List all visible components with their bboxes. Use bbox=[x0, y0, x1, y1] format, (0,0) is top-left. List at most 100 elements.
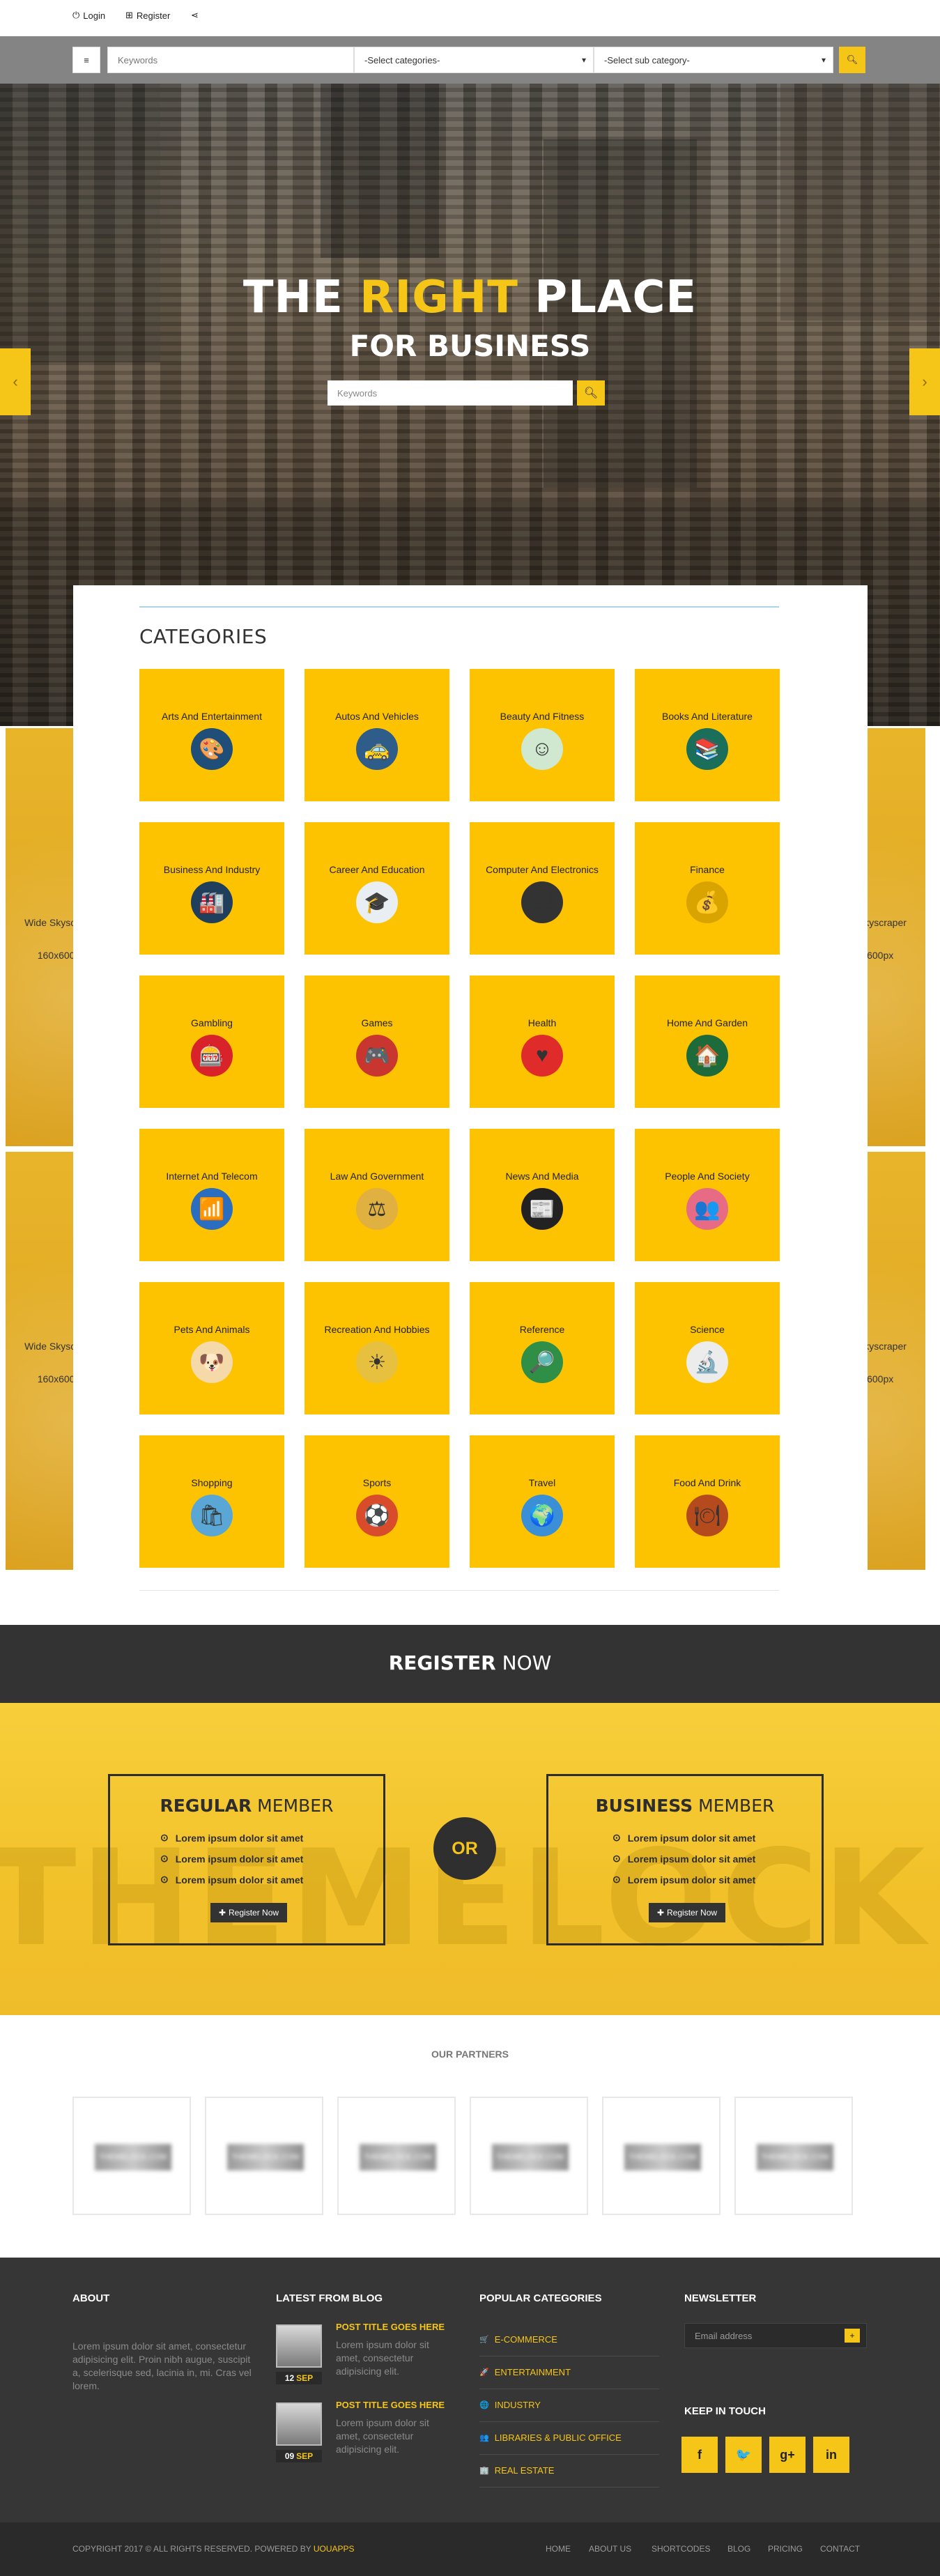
feature-text: Lorem ipsum dolor sit amet bbox=[627, 1853, 756, 1865]
factory-icon: 🏭 bbox=[191, 881, 233, 923]
copyright-brand[interactable]: UOUAPPS bbox=[314, 2544, 355, 2554]
books-icon: 📚 bbox=[686, 728, 728, 770]
category-select[interactable]: -Select categories- bbox=[354, 47, 594, 73]
category-card[interactable]: Home And Garden 🏠 bbox=[635, 975, 780, 1108]
category-card[interactable]: Health ♥ bbox=[470, 975, 615, 1108]
check-circle-icon: ⊙ bbox=[160, 1874, 169, 1885]
category-card[interactable]: People And Society 👥 bbox=[635, 1129, 780, 1261]
regular-register-button[interactable]: ✚ Register Now bbox=[210, 1903, 287, 1922]
search-button[interactable]: 🔍︎ bbox=[839, 47, 865, 73]
newsletter-submit-button[interactable]: + bbox=[845, 2329, 860, 2343]
feature-text: Lorem ipsum dolor sit amet bbox=[175, 1874, 304, 1885]
subcategory-select[interactable]: -Select sub category- bbox=[594, 47, 833, 73]
footer-nav-link[interactable]: HOME bbox=[546, 2544, 571, 2554]
or-badge: OR bbox=[433, 1817, 496, 1880]
category-card[interactable]: Recreation And Hobbies ☀ bbox=[305, 1282, 449, 1414]
partner-logo-image: THEMELOCK.COM bbox=[360, 2144, 436, 2170]
facebook-icon[interactable]: f bbox=[681, 2437, 718, 2473]
category-card[interactable]: Games 🎮 bbox=[305, 975, 449, 1108]
footer-newsletter-title: NEWSLETTER bbox=[684, 2292, 757, 2304]
popular-category-label: REAL ESTATE bbox=[494, 2465, 555, 2476]
category-card[interactable]: Food And Drink 🍽 bbox=[635, 1435, 780, 1568]
blog-post-title[interactable]: POST TITLE GOES HERE bbox=[336, 2400, 445, 2410]
partner-logo-image: THEMELOCK.COM bbox=[227, 2144, 304, 2170]
category-label: Science bbox=[690, 1324, 725, 1335]
category-card[interactable]: Arts And Entertainment 🎨 bbox=[139, 669, 284, 801]
feature-text: Lorem ipsum dolor sit amet bbox=[175, 1853, 304, 1865]
category-card[interactable]: Shopping 🛍 bbox=[139, 1435, 284, 1568]
footer-nav-link[interactable]: PRICING bbox=[768, 2544, 803, 2554]
login-label: Login bbox=[83, 10, 106, 21]
menu-toggle-button[interactable]: ≡ bbox=[72, 47, 100, 73]
popular-category-item[interactable]: 👥 LIBRARIES & PUBLIC OFFICE bbox=[479, 2421, 659, 2455]
keywords-input[interactable]: Keywords bbox=[107, 47, 354, 73]
slider-next-arrow[interactable]: › bbox=[909, 348, 940, 415]
users-icon: 👥 bbox=[479, 2434, 489, 2442]
partner-logo[interactable]: THEMELOCK.COM bbox=[72, 2097, 191, 2215]
category-card[interactable]: Autos And Vehicles 🚕 bbox=[305, 669, 449, 801]
globe-icon: 🌍 bbox=[521, 1495, 563, 1536]
category-card[interactable]: Internet And Telecom 📶 bbox=[139, 1129, 284, 1261]
footer-nav-link[interactable]: ABOUT US bbox=[589, 2544, 631, 2554]
footer-blog-title: LATEST FROM BLOG bbox=[276, 2292, 383, 2304]
popular-category-label: INDUSTRY bbox=[494, 2400, 541, 2410]
power-icon: ⏻ bbox=[72, 10, 80, 20]
category-card[interactable]: Books And Literature 📚 bbox=[635, 669, 780, 801]
partner-logo[interactable]: THEMELOCK.COM bbox=[734, 2097, 853, 2215]
check-circle-icon: ⊙ bbox=[160, 1853, 169, 1864]
feature-text: Lorem ipsum dolor sit amet bbox=[175, 1832, 304, 1844]
category-card[interactable]: Business And Industry 🏭 bbox=[139, 822, 284, 955]
partner-logo[interactable]: THEMELOCK.COM bbox=[470, 2097, 588, 2215]
hero-keywords-input[interactable]: Keywords bbox=[328, 380, 573, 406]
partner-logo-image: THEMELOCK.COM bbox=[95, 2144, 171, 2170]
category-card[interactable]: Travel 🌍 bbox=[470, 1435, 615, 1568]
category-card[interactable]: Career And Education 🎓 bbox=[305, 822, 449, 955]
blog-post-title[interactable]: POST TITLE GOES HERE bbox=[336, 2322, 445, 2332]
blog-post-month: SEP bbox=[296, 2451, 314, 2461]
blog-post-thumbnail[interactable] bbox=[276, 2324, 322, 2368]
blog-post-excerpt: Lorem ipsum dolor sit amet, consectetur … bbox=[336, 2339, 429, 2377]
popular-category-item[interactable]: 🌐 INDUSTRY bbox=[479, 2389, 659, 2422]
category-card[interactable]: Science 🔬 bbox=[635, 1282, 780, 1414]
category-card[interactable]: Law And Government ⚖ bbox=[305, 1129, 449, 1261]
google-plus-icon[interactable]: g+ bbox=[769, 2437, 806, 2473]
login-link[interactable]: ⏻ Login bbox=[72, 10, 105, 21]
regular-member-title-rest: MEMBER bbox=[252, 1796, 334, 1816]
newsletter-email-input[interactable]: Email address bbox=[684, 2323, 867, 2348]
top-bar: ⏻ Login ⊞ Register ⋖ bbox=[0, 0, 940, 36]
heart-icon: ♥ bbox=[521, 1035, 563, 1077]
computer-icon: 🖥 bbox=[521, 881, 563, 923]
share-icon[interactable]: ⋖ bbox=[191, 10, 199, 21]
partner-logo[interactable]: THEMELOCK.COM bbox=[205, 2097, 323, 2215]
blog-post-month: SEP bbox=[296, 2373, 314, 2383]
category-card[interactable]: Pets And Animals 🐶 bbox=[139, 1282, 284, 1414]
blog-post-thumbnail[interactable] bbox=[276, 2403, 322, 2446]
footer-about-text: Lorem ipsum dolor sit amet, consectetur … bbox=[72, 2340, 252, 2391]
footer-nav-link[interactable]: SHORTCODES bbox=[652, 2544, 710, 2554]
category-card[interactable]: Computer And Electronics 🖥 bbox=[470, 822, 615, 955]
business-register-button[interactable]: ✚ Register Now bbox=[649, 1903, 725, 1922]
category-label: Sports bbox=[362, 1477, 392, 1488]
summer-icon: ☀ bbox=[356, 1341, 398, 1383]
category-card[interactable]: Beauty And Fitness ☺ bbox=[470, 669, 615, 801]
category-card[interactable]: Reference 🔎 bbox=[470, 1282, 615, 1414]
hero-search-button[interactable]: 🔍︎ bbox=[577, 380, 605, 406]
category-card[interactable]: Sports ⚽ bbox=[305, 1435, 449, 1568]
category-card[interactable]: Gambling 🎰 bbox=[139, 975, 284, 1108]
popular-category-item[interactable]: 🏢 REAL ESTATE bbox=[479, 2454, 659, 2488]
slider-prev-arrow[interactable]: ‹ bbox=[0, 348, 31, 415]
category-label: Home And Garden bbox=[667, 1017, 748, 1028]
footer-nav-link[interactable]: CONTACT bbox=[820, 2544, 860, 2554]
twitter-icon[interactable]: 🐦 bbox=[725, 2437, 762, 2473]
category-card[interactable]: News And Media 📰 bbox=[470, 1129, 615, 1261]
media-icon: 📰 bbox=[521, 1188, 563, 1230]
footer-nav-link[interactable]: BLOG bbox=[727, 2544, 750, 2554]
category-card[interactable]: Finance 💰 bbox=[635, 822, 780, 955]
partner-logo[interactable]: THEMELOCK.COM bbox=[602, 2097, 721, 2215]
register-link[interactable]: ⊞ Register bbox=[125, 10, 170, 21]
popular-category-item[interactable]: 🚀 ENTERTAINMENT bbox=[479, 2356, 659, 2389]
partner-logo[interactable]: THEMELOCK.COM bbox=[337, 2097, 456, 2215]
popular-category-item[interactable]: 🛒 E-COMMERCE bbox=[479, 2323, 659, 2357]
category-label: Career And Education bbox=[329, 864, 425, 875]
linkedin-icon[interactable]: in bbox=[813, 2437, 849, 2473]
